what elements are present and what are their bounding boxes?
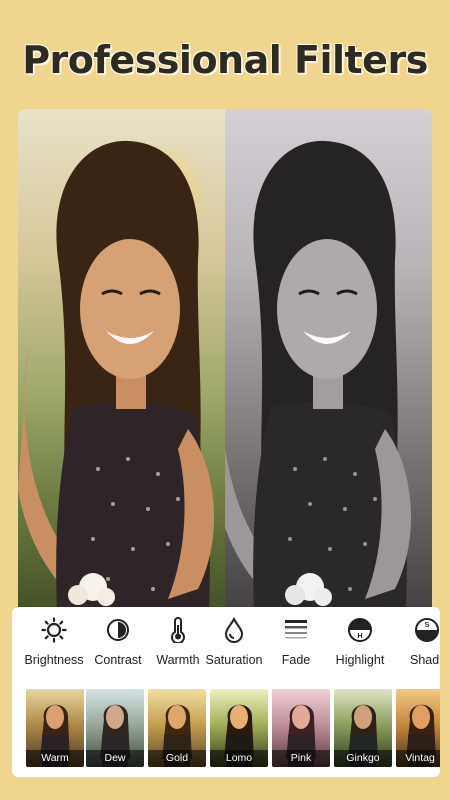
thermometer-icon xyxy=(171,617,185,643)
filter-strip: Warm Dew Gold Lomo Pink Ginkgo Vintag xyxy=(26,689,440,767)
tool-label: Brightness xyxy=(24,653,84,667)
tool-fade[interactable]: Fade xyxy=(260,617,332,667)
brightness-icon xyxy=(41,617,67,643)
svg-text:S: S xyxy=(425,622,430,629)
tool-highlight[interactable]: H Highlight xyxy=(324,617,396,667)
tool-shadow[interactable]: S Shad xyxy=(392,617,440,667)
contrast-icon xyxy=(107,619,129,641)
headline: Professional Filters xyxy=(22,38,428,82)
filter-thumb-gold[interactable]: Gold xyxy=(148,689,206,767)
highlight-icon: H xyxy=(348,618,372,642)
filter-label: Warm xyxy=(26,750,84,767)
adjust-toolbar: Brightness Contrast Warmth Saturation Fa… xyxy=(12,607,440,689)
filter-thumb-vintage[interactable]: Vintag xyxy=(396,689,440,767)
svg-text:H: H xyxy=(357,633,362,640)
filter-thumb-lomo[interactable]: Lomo xyxy=(210,689,268,767)
color-photo-half xyxy=(18,109,225,629)
filter-label: Dew xyxy=(86,750,144,767)
filter-thumb-ginkgo[interactable]: Ginkgo xyxy=(334,689,392,767)
filter-label: Gold xyxy=(148,750,206,767)
shadow-icon: S xyxy=(415,618,439,642)
tool-label: Shad xyxy=(410,653,440,667)
edit-panel: Brightness Contrast Warmth Saturation Fa… xyxy=(12,607,440,777)
filter-label: Lomo xyxy=(210,750,268,767)
filter-thumb-warm[interactable]: Warm xyxy=(26,689,84,767)
filter-label: Vintag xyxy=(396,750,440,767)
tool-label: Fade xyxy=(281,653,311,667)
filter-label: Pink xyxy=(272,750,330,767)
tool-label: Highlight xyxy=(335,653,385,667)
bw-person-illustration xyxy=(225,140,412,629)
filter-thumb-dew[interactable]: Dew xyxy=(86,689,144,767)
filter-label: Ginkgo xyxy=(334,750,392,767)
color-person-illustration xyxy=(18,140,215,629)
tool-brightness[interactable]: Brightness xyxy=(18,617,90,667)
filter-thumb-pink[interactable]: Pink xyxy=(272,689,330,767)
fade-lines-icon xyxy=(285,620,307,639)
before-after-preview xyxy=(18,109,432,629)
bw-photo-half xyxy=(225,109,432,629)
drop-icon xyxy=(224,617,244,643)
